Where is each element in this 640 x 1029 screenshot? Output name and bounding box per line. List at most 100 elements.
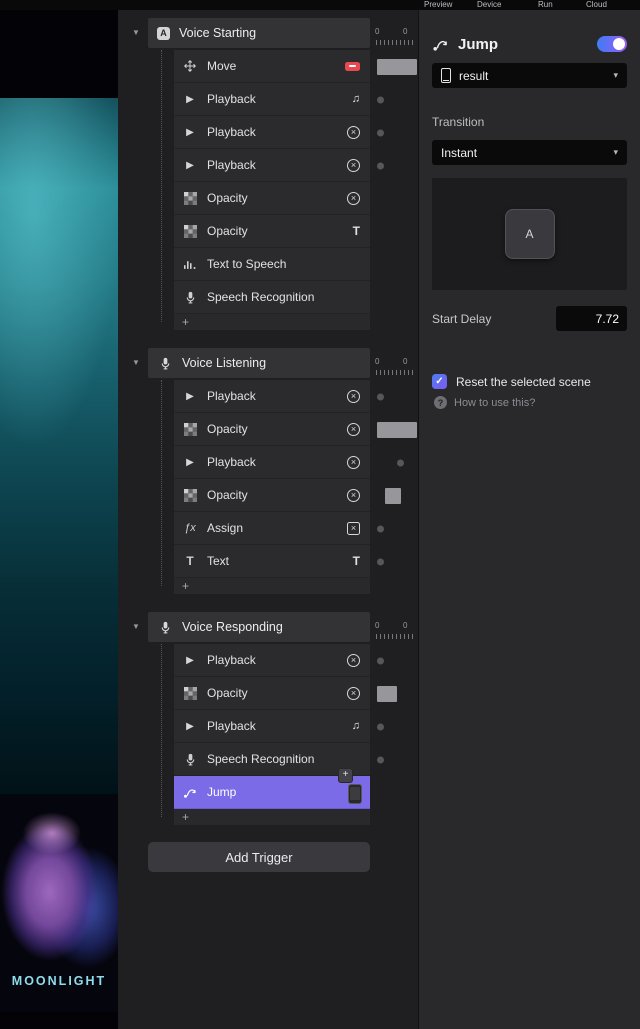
action-row-playback[interactable]: ▶ Playback ♫ xyxy=(174,83,370,116)
timeline-marker[interactable] xyxy=(377,657,384,664)
opacity-icon xyxy=(182,191,198,205)
action-row-speech-recognition[interactable]: Speech Recognition xyxy=(174,281,370,314)
add-action-row[interactable]: + xyxy=(174,578,370,594)
timeline-cell[interactable] xyxy=(370,116,418,149)
menu-run[interactable]: Run xyxy=(538,0,553,10)
timeline-cell[interactable] xyxy=(370,248,418,281)
group-header[interactable]: A Voice Starting xyxy=(148,18,370,48)
action-label: Opacity xyxy=(207,191,248,205)
timeline-cell[interactable] xyxy=(370,413,418,446)
action-label: Playback xyxy=(207,719,256,733)
tree-connector xyxy=(161,644,162,817)
collapse-arrow-voice-responding[interactable]: ▼ xyxy=(132,622,144,632)
timeline-marker[interactable] xyxy=(377,525,384,532)
jump-enabled-toggle[interactable] xyxy=(597,36,627,52)
action-row-text-to-speech[interactable]: Text to Speech xyxy=(174,248,370,281)
help-link[interactable]: How to use this? xyxy=(454,397,535,409)
poster-title: MOONLIGHT xyxy=(11,974,107,988)
timeline-cell[interactable] xyxy=(370,479,418,512)
action-row-opacity[interactable]: Opacity T xyxy=(174,215,370,248)
add-trigger-button[interactable]: Add Trigger xyxy=(148,842,370,872)
timeline-cell[interactable] xyxy=(370,182,418,215)
trigger-row: Opacity × xyxy=(148,677,418,710)
trigger-row: ▶ Playback × xyxy=(148,149,418,182)
add-action-row[interactable]: + xyxy=(174,314,370,330)
action-row-playback[interactable]: ▶ Playback × xyxy=(174,446,370,479)
action-row-opacity[interactable]: Opacity × xyxy=(174,182,370,215)
toggle-knob xyxy=(613,38,625,50)
play-icon: ▶ xyxy=(186,720,194,732)
timeline-marker[interactable] xyxy=(377,393,384,400)
group-header[interactable]: Voice Responding xyxy=(148,612,370,642)
trigger-row: ƒx Assign × xyxy=(148,512,418,545)
trigger-row: Move xyxy=(148,50,418,83)
menu-device[interactable]: Device xyxy=(477,0,501,10)
action-row-move[interactable]: Move xyxy=(174,50,370,83)
timeline-cell[interactable] xyxy=(370,776,418,809)
trigger-row: Opacity × xyxy=(148,479,418,512)
timeline-cell[interactable] xyxy=(370,512,418,545)
action-row-opacity[interactable]: Opacity × xyxy=(174,677,370,710)
action-row-playback[interactable]: ▶ Playback ♫ xyxy=(174,710,370,743)
timeline-marker[interactable] xyxy=(377,58,417,75)
timeline-cell[interactable] xyxy=(370,677,418,710)
scene-thumbnail[interactable]: A xyxy=(504,209,555,259)
start-delay-input[interactable]: 7.72 xyxy=(556,306,627,331)
plus-icon: + xyxy=(182,579,190,593)
ruler-ticks xyxy=(376,370,414,375)
action-label: Text xyxy=(207,554,230,568)
menu-preview[interactable]: Preview xyxy=(424,0,452,10)
timeline-marker[interactable] xyxy=(377,96,384,103)
trigger-row: ▶ Playback ♫ xyxy=(148,83,418,116)
timeline-cell[interactable] xyxy=(370,149,418,182)
insert-action-button[interactable]: + xyxy=(338,768,353,783)
timeline-marker[interactable] xyxy=(377,756,384,763)
timeline-cell[interactable] xyxy=(370,380,418,413)
device-icon[interactable] xyxy=(348,784,362,804)
trigger-row: T Text T xyxy=(148,545,418,578)
timeline-cell[interactable] xyxy=(370,710,418,743)
microphone-icon xyxy=(157,621,173,634)
collapse-arrow-voice-starting[interactable]: ▼ xyxy=(132,28,144,38)
collapse-arrow-voice-listening[interactable]: ▼ xyxy=(132,358,144,368)
timeline-cell[interactable] xyxy=(370,281,418,314)
action-row-opacity[interactable]: Opacity × xyxy=(174,413,370,446)
timeline-marker[interactable] xyxy=(385,487,401,504)
timeline-cell[interactable] xyxy=(370,644,418,677)
transition-dropdown[interactable]: Instant ▾ xyxy=(432,140,627,165)
timeline-cell[interactable] xyxy=(370,83,418,116)
action-row-assign[interactable]: ƒx Assign × xyxy=(174,512,370,545)
timeline-marker[interactable] xyxy=(377,558,384,565)
group-header[interactable]: Voice Listening xyxy=(148,348,370,378)
timeline-cell[interactable] xyxy=(370,743,418,776)
jump-target-dropdown[interactable]: result ▾ xyxy=(432,63,627,88)
timeline-marker[interactable] xyxy=(377,685,397,702)
timeline-marker[interactable] xyxy=(377,162,384,169)
timeline-cell[interactable] xyxy=(370,50,418,83)
timeline-marker[interactable] xyxy=(377,421,417,438)
timeline-marker[interactable] xyxy=(377,723,384,730)
reset-scene-checkbox[interactable]: ✓ xyxy=(432,374,447,389)
menu-cloud[interactable]: Cloud xyxy=(586,0,607,10)
trigger-row: ▶ Playback × xyxy=(148,644,418,677)
circle-x-icon: × xyxy=(347,488,360,502)
inspector-title: Jump xyxy=(458,35,499,53)
timeline-cell[interactable] xyxy=(370,446,418,479)
action-row-jump-selected[interactable]: Jump + xyxy=(174,768,370,809)
action-row-playback[interactable]: ▶ Playback × xyxy=(174,116,370,149)
timeline-marker[interactable] xyxy=(397,459,404,466)
ruler-label: 0 xyxy=(403,27,408,36)
action-row-playback[interactable]: ▶ Playback × xyxy=(174,380,370,413)
timeline-marker[interactable] xyxy=(377,129,384,136)
timeline-ruler: 0 0 xyxy=(370,612,418,642)
action-row-playback[interactable]: ▶ Playback × xyxy=(174,149,370,182)
timeline-cell[interactable] xyxy=(370,215,418,248)
microphone-icon xyxy=(182,291,198,304)
action-row-opacity[interactable]: Opacity × xyxy=(174,479,370,512)
action-row-text[interactable]: T Text T xyxy=(174,545,370,578)
device-preview[interactable]: MOONLIGHT xyxy=(0,10,118,1029)
scene-layer-a-icon: A xyxy=(157,26,170,40)
action-row-playback[interactable]: ▶ Playback × xyxy=(174,644,370,677)
add-action-row[interactable]: + xyxy=(174,809,370,825)
timeline-cell[interactable] xyxy=(370,545,418,578)
